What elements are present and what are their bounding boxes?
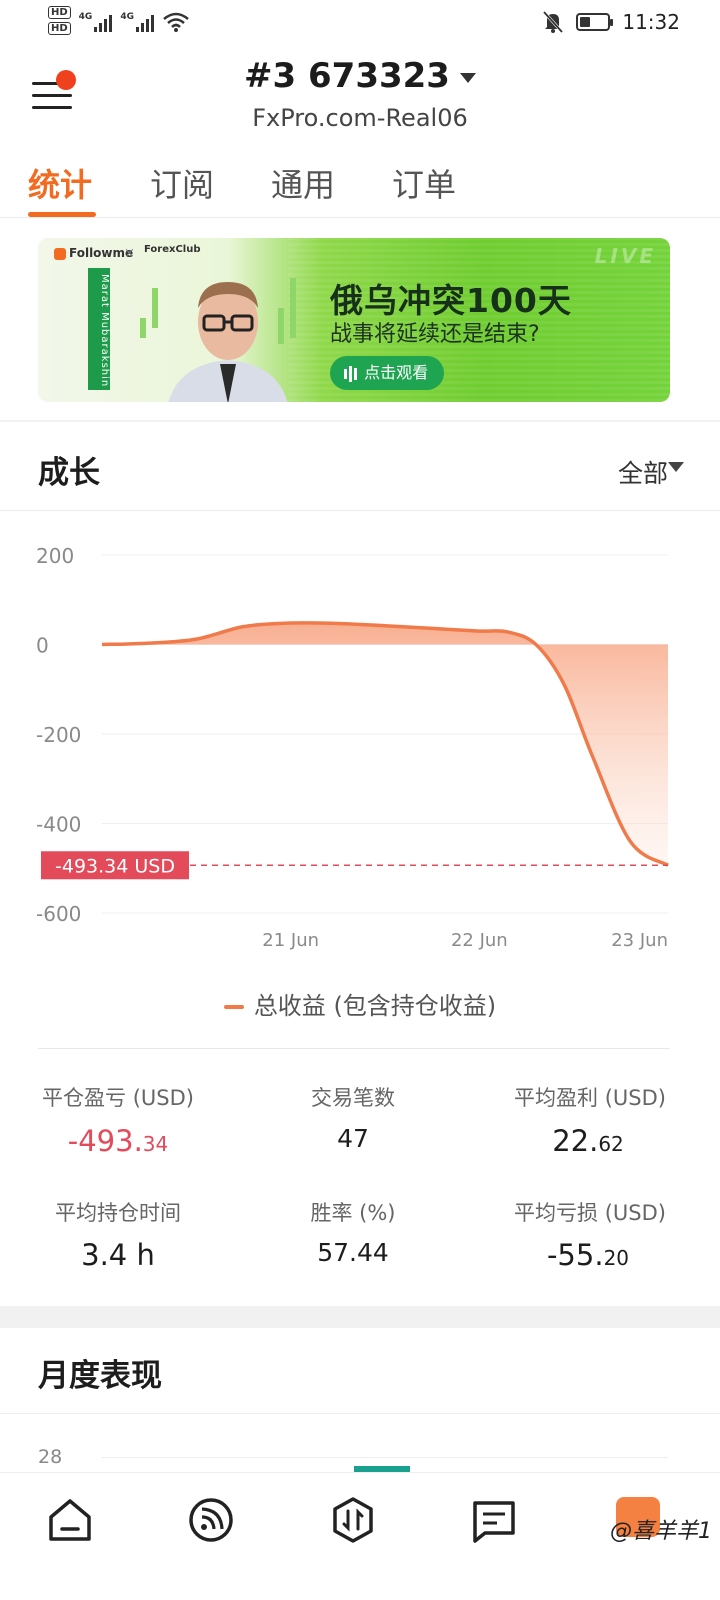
tab-stats[interactable]: 统计 — [28, 160, 92, 206]
watch-button-label: 点击观看 — [364, 363, 429, 382]
hd-indicator: HD HD — [48, 6, 71, 38]
avg-profit-dec: 62 — [598, 1132, 624, 1156]
closed-pnl-dec: 34 — [142, 1132, 169, 1156]
avg-loss-value: -55.20 — [498, 1238, 678, 1272]
presenter-tag: Marat Mubarakshin — [88, 268, 110, 390]
stats-divider — [38, 1048, 670, 1049]
avg-profit-int: 22. — [552, 1124, 599, 1158]
monthly-y-tick: 28 — [38, 1446, 63, 1468]
avg-profit-value: 22.62 — [498, 1124, 678, 1158]
avg-loss-label: 平均亏损 (USD) — [514, 1201, 666, 1225]
hd-label-2: HD — [48, 22, 71, 35]
signal-icon-2: 4G — [120, 12, 154, 32]
avg-loss-dec: 20 — [603, 1246, 630, 1270]
bottom-nav: @喜羊羊1 — [0, 1472, 720, 1600]
watch-button[interactable]: 点击观看 — [330, 356, 445, 390]
clock: 11:32 — [622, 10, 680, 34]
y-tick-label: -200 — [36, 723, 81, 747]
home-icon[interactable] — [45, 1495, 95, 1545]
y-tick-label: 200 — [36, 544, 74, 568]
win-rate-value: 57.44 — [317, 1238, 389, 1267]
x-tick-label: 21 Jun — [262, 930, 319, 951]
tab-orders[interactable]: 订单 — [392, 160, 456, 206]
section-divider — [0, 510, 720, 511]
growth-chart: 200 0 -200 -400 -600 21 Jun 22 Jun 23 Jun -493.3… — [36, 544, 669, 951]
forexclub-logo: ForexClub — [144, 244, 201, 255]
account-selector[interactable]: #3 673323 — [0, 56, 720, 96]
y-tick-label: -600 — [36, 902, 81, 926]
watermark: @喜羊羊1 — [610, 1519, 712, 1544]
network-type-label: 4G — [78, 12, 93, 22]
range-selector[interactable]: 全部 — [618, 454, 668, 490]
presenter-photo — [168, 282, 288, 402]
y-tick-label: -400 — [36, 813, 81, 837]
trade-icon[interactable] — [328, 1495, 378, 1545]
subscribe-icon[interactable] — [186, 1495, 236, 1545]
tab-active-indicator — [28, 212, 96, 217]
network-indicators: HD HD 4G 4G — [48, 6, 190, 38]
closed-pnl-int: -493. — [67, 1124, 143, 1158]
mute-bell-icon — [543, 10, 564, 34]
wifi-icon — [163, 12, 189, 32]
x-tick-label: 22 Jun — [451, 930, 508, 951]
section-divider — [0, 420, 720, 422]
promo-banner[interactable]: Followme × ForexClub Marat Mubarakshin L… — [38, 238, 670, 402]
avg-loss-int: -55. — [546, 1238, 604, 1272]
trades-label: 交易笔数 — [311, 1086, 395, 1110]
series-area — [102, 622, 668, 866]
avg-hold-value: 3.4 h — [81, 1238, 155, 1272]
growth-title: 成长 — [38, 455, 100, 491]
closed-pnl-value: -493.34 — [28, 1124, 208, 1158]
avg-profit-label: 平均盈利 (USD) — [514, 1086, 666, 1110]
monthly-gridline — [102, 1457, 668, 1458]
tab-subscribe[interactable]: 订阅 — [150, 160, 214, 206]
monthly-title: 月度表现 — [38, 1358, 162, 1394]
avg-hold-label: 平均持仓时间 — [55, 1201, 181, 1225]
account-title: #3 673323 — [244, 56, 450, 96]
closed-pnl-label: 平仓盈亏 (USD) — [42, 1086, 194, 1110]
signal-icon: 4G — [79, 12, 113, 32]
current-value-label: -493.34 USD — [55, 855, 175, 877]
y-tick-label: 0 — [36, 634, 49, 658]
live-badge: LIVE — [594, 244, 656, 268]
banner-title: 俄乌冲突100天 — [330, 281, 572, 320]
section-divider — [0, 1413, 720, 1414]
followme-logo: Followme — [54, 246, 133, 260]
battery-icon — [576, 13, 614, 31]
chart-legend: 总收益 (包含持仓收益) — [0, 986, 720, 1021]
bars-icon — [344, 363, 359, 382]
hd-label-1: HD — [48, 6, 71, 19]
banner-subtitle: 战事将延续还是结束? — [330, 322, 540, 347]
status-right: 11:32 — [542, 10, 680, 34]
tab-general[interactable]: 通用 — [271, 160, 335, 206]
network-type-label-2: 4G — [120, 12, 134, 22]
legend-swatch — [223, 1005, 244, 1009]
status-bar: HD HD 4G 4G 11:32 — [0, 0, 720, 48]
section-divider — [0, 1306, 720, 1328]
x-tick-label: 23 Jun — [611, 930, 668, 951]
win-rate-label: 胜率 (%) — [310, 1201, 396, 1225]
chevron-down-icon — [459, 72, 476, 83]
presenter-name: Marat Mubarakshin — [99, 274, 110, 388]
chevron-down-icon[interactable] — [668, 462, 684, 472]
messages-icon[interactable] — [469, 1495, 519, 1545]
legend-label: 总收益 (包含持仓收益) — [253, 992, 497, 1020]
tab-bar: 统计 订阅 通用 订单 — [0, 154, 720, 218]
trades-value: 47 — [337, 1124, 369, 1153]
server-name: FxPro.com-Real06 — [252, 104, 468, 132]
